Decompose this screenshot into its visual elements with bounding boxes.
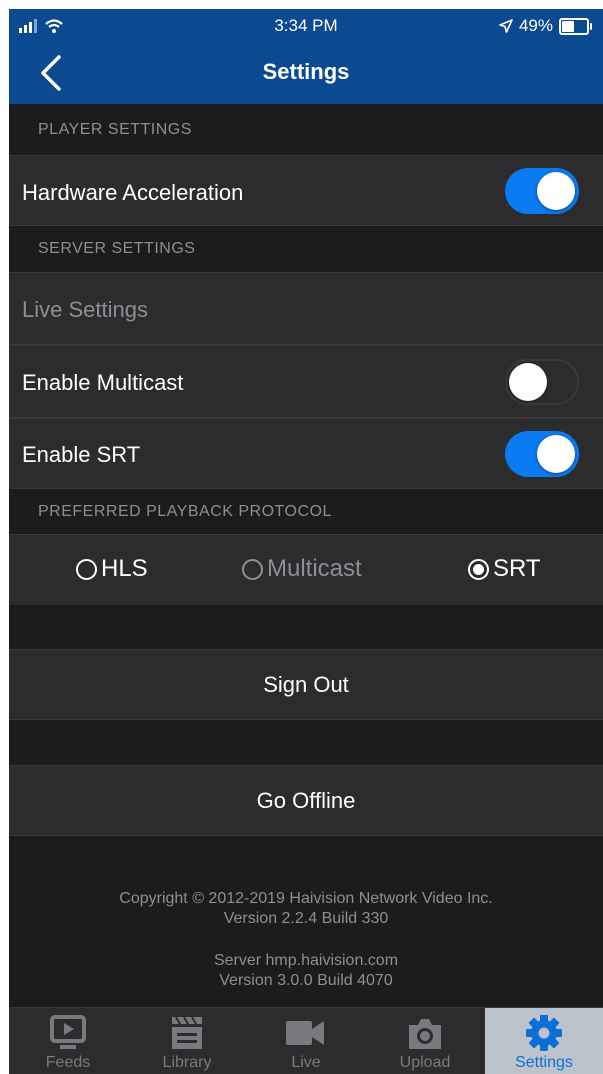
hardware-acceleration-row: Hardware Acceleration <box>9 155 603 226</box>
page-title: Settings <box>262 59 350 84</box>
tab-settings[interactable]: Settings <box>485 1008 603 1074</box>
radio-multicast[interactable]: Multicast <box>242 555 362 583</box>
battery-percent: 49% <box>518 16 553 35</box>
sign-out-label: Sign Out <box>263 672 349 697</box>
tab-feeds[interactable]: Feeds <box>9 1008 127 1074</box>
radio-srt[interactable]: SRT <box>468 555 541 583</box>
tab-library-label: Library <box>162 1054 212 1071</box>
nav-header: 3:34 PM 49% Settings <box>9 9 603 104</box>
app-version-line: Version 2.2.4 Build 330 <box>223 910 389 927</box>
protocol-radio-group: HLS Multicast SRT <box>9 534 603 605</box>
enable-multicast-label: Enable Multicast <box>22 370 184 395</box>
live-settings-label: Live Settings <box>22 297 148 322</box>
hardware-acceleration-label: Hardware Acceleration <box>22 180 244 205</box>
app-screen: 3:34 PM 49% Settings PLAYER SETTINGS Har… <box>9 9 603 1074</box>
radio-hls[interactable]: HLS <box>76 555 148 583</box>
gear-icon <box>485 1014 603 1052</box>
tab-bar: Feeds Library Live Upload Settings <box>9 1007 603 1074</box>
status-right: 49% <box>499 16 592 36</box>
section-header-server: SERVER SETTINGS <box>9 226 603 272</box>
enable-srt-toggle[interactable] <box>505 431 579 477</box>
tab-upload-label: Upload <box>399 1054 451 1071</box>
copyright-text: Copyright © 2012-2019 Haivision Network … <box>9 889 603 929</box>
enable-multicast-toggle[interactable] <box>505 359 579 405</box>
section-header-player: PLAYER SETTINGS <box>9 104 603 155</box>
tab-feeds-label: Feeds <box>45 1054 91 1071</box>
radio-hls-label: HLS <box>101 555 148 582</box>
radio-circle-icon <box>242 558 263 580</box>
server-info: Server hmp.haivision.com Version 3.0.0 B… <box>9 951 603 991</box>
live-settings-row[interactable]: Live Settings <box>9 272 603 345</box>
radio-multicast-label: Multicast <box>267 555 362 582</box>
tab-live-label: Live <box>291 1054 321 1071</box>
section-header-protocol: PREFERRED PLAYBACK PROTOCOL <box>9 489 603 534</box>
server-host-line: Server hmp.haivision.com <box>213 952 399 969</box>
copyright-line: Copyright © 2012-2019 Haivision Network … <box>119 890 493 907</box>
location-arrow-icon <box>499 19 513 33</box>
hardware-acceleration-toggle[interactable] <box>505 168 579 214</box>
server-version-line: Version 3.0.0 Build 4070 <box>219 972 393 989</box>
tab-library[interactable]: Library <box>128 1008 246 1074</box>
tab-upload[interactable]: Upload <box>366 1008 484 1074</box>
tab-live[interactable]: Live <box>247 1008 365 1074</box>
go-offline-label: Go Offline <box>256 788 356 813</box>
radio-circle-icon <box>76 558 97 580</box>
go-offline-button[interactable]: Go Offline <box>9 765 603 836</box>
tab-settings-label: Settings <box>515 1054 573 1071</box>
radio-selected-icon <box>468 558 489 580</box>
sign-out-button[interactable]: Sign Out <box>9 649 603 720</box>
upload-icon <box>366 1014 484 1052</box>
library-icon <box>128 1014 246 1052</box>
camera-icon <box>247 1014 365 1052</box>
enable-multicast-row: Enable Multicast <box>9 345 603 418</box>
radio-srt-label: SRT <box>493 555 541 582</box>
feeds-icon <box>9 1014 127 1052</box>
status-bar: 3:34 PM 49% <box>9 9 603 42</box>
battery-icon <box>559 17 592 35</box>
enable-srt-label: Enable SRT <box>22 442 141 467</box>
enable-srt-row: Enable SRT <box>9 418 603 489</box>
